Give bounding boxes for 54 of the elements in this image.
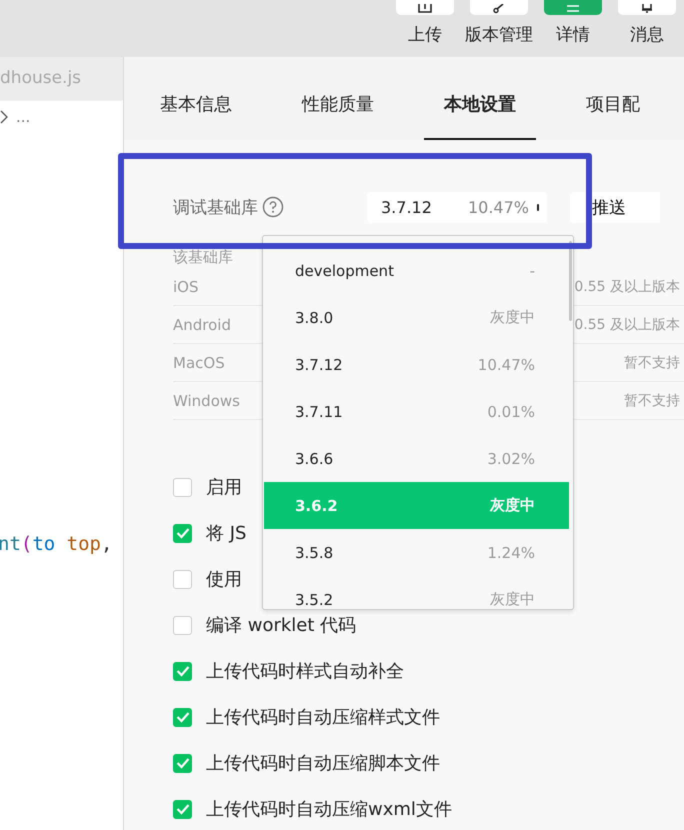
checkbox[interactable] bbox=[173, 708, 192, 726]
tab[interactable]: 本地设置 bbox=[424, 75, 536, 140]
option-label: 上传代码时自动压缩样式文件 bbox=[206, 706, 440, 729]
option-label: 将 JS bbox=[206, 522, 246, 545]
platform-support: 0.55 及以上版本 bbox=[574, 278, 680, 296]
toolbar-button[interactable] bbox=[396, 0, 454, 15]
push-button[interactable]: 推送 bbox=[570, 192, 660, 222]
dropdown-item[interactable]: 3.5.2 灰度中 bbox=[264, 576, 569, 609]
option-label: 编译 worklet 代码 bbox=[206, 614, 356, 637]
tab[interactable]: 基本信息 bbox=[160, 75, 252, 140]
scrollbar-thumb[interactable] bbox=[569, 241, 572, 321]
checkbox[interactable] bbox=[173, 478, 192, 496]
toolbar-label: 详情 bbox=[556, 24, 590, 46]
platform-name: iOS bbox=[173, 278, 198, 296]
version-select[interactable]: 3.7.12 10.47% bbox=[367, 192, 547, 222]
upload-icon bbox=[417, 4, 433, 14]
checkbox[interactable] bbox=[173, 570, 192, 588]
platform-support: 0.55 及以上版本 bbox=[574, 316, 680, 334]
option-label: 上传代码时自动压缩wxml文件 bbox=[206, 798, 452, 821]
toolbar-button[interactable] bbox=[618, 0, 676, 15]
checkbox[interactable] bbox=[173, 524, 192, 542]
dropdown-item[interactable]: development - bbox=[264, 247, 569, 294]
dropdown-item[interactable]: 3.5.8 1.24% bbox=[264, 529, 569, 576]
checkbox[interactable] bbox=[173, 800, 192, 818]
toolbar-label: 消息 bbox=[630, 24, 664, 46]
code-line: nt(to top, bbox=[0, 533, 114, 555]
help-icon[interactable] bbox=[262, 196, 284, 218]
checkbox[interactable] bbox=[173, 754, 192, 772]
checkbox[interactable] bbox=[173, 616, 192, 634]
tab[interactable]: 性能质量 bbox=[282, 75, 394, 140]
tab[interactable]: 项目配 bbox=[566, 75, 660, 140]
option-label: 上传代码时样式自动补全 bbox=[206, 660, 404, 683]
option-label: 启用 bbox=[206, 476, 242, 499]
setting-label: 调试基础库 bbox=[173, 196, 258, 218]
menu-icon bbox=[565, 4, 581, 14]
platform-name: Windows bbox=[173, 392, 240, 410]
toolbar-label: 上传 bbox=[408, 24, 442, 46]
caret-icon bbox=[537, 204, 539, 210]
platform-name: Android bbox=[173, 316, 231, 334]
toolbar-button[interactable] bbox=[470, 0, 528, 15]
breadcrumb[interactable]: ... bbox=[16, 108, 30, 126]
platform-name: MacOS bbox=[173, 354, 225, 372]
platform-support: 暂不支持 bbox=[624, 392, 680, 410]
dropdown-item[interactable]: 3.8.0 灰度中 bbox=[264, 294, 569, 341]
dropdown-item[interactable]: 3.6.6 3.02% bbox=[264, 435, 569, 482]
chevron-icon bbox=[0, 110, 8, 124]
dropdown-item[interactable]: 3.7.12 10.47% bbox=[264, 341, 569, 388]
checkbox[interactable] bbox=[173, 662, 192, 680]
option-label: 上传代码时自动压缩脚本文件 bbox=[206, 752, 440, 775]
option-label: 使用 bbox=[206, 568, 242, 591]
platform-support: 暂不支持 bbox=[624, 354, 680, 372]
note-text: 该基础库 bbox=[173, 248, 234, 268]
toolbar-label: 版本管理 bbox=[465, 24, 533, 46]
dropdown-item[interactable]: 3.7.11 0.01% bbox=[264, 388, 569, 435]
